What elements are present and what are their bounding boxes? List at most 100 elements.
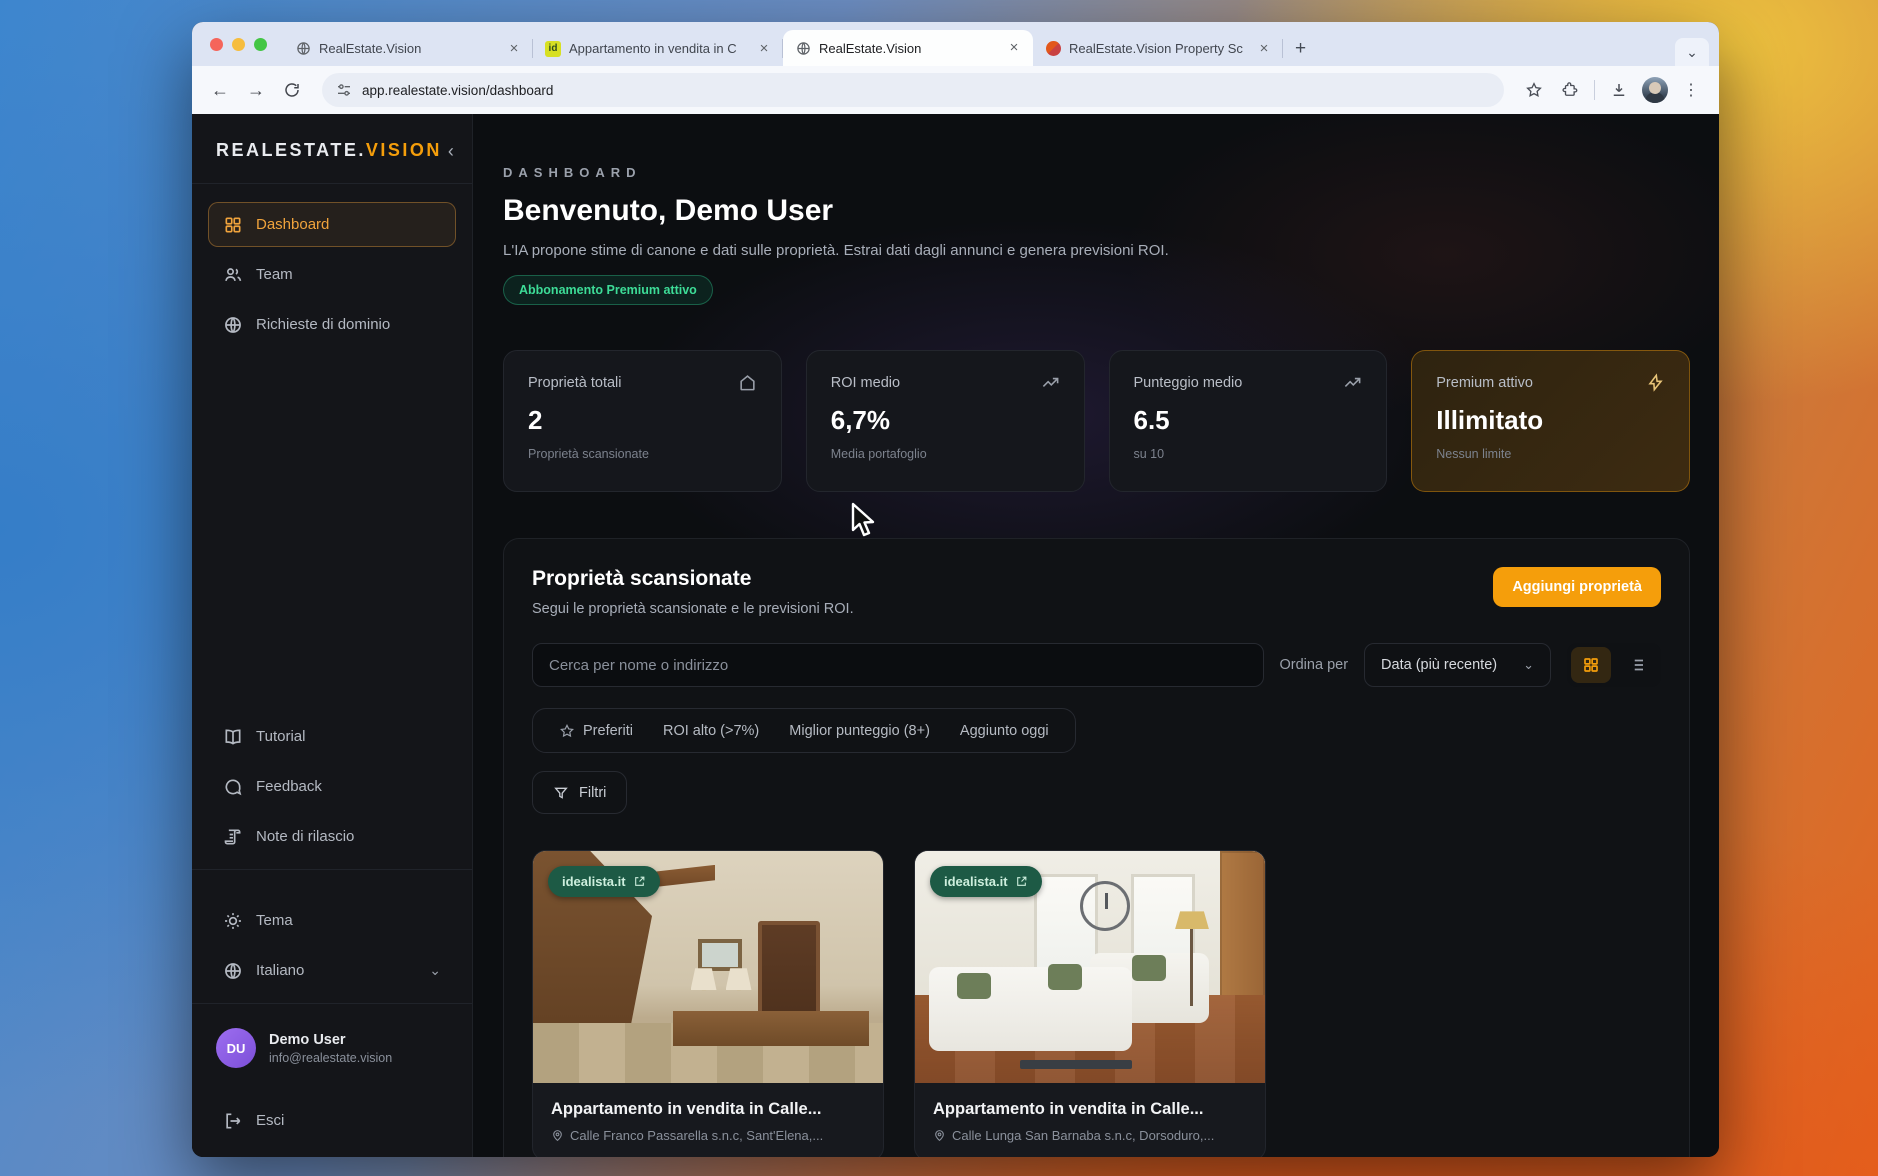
filter-favorites[interactable]: Preferiti xyxy=(559,723,633,739)
forward-button[interactable]: → xyxy=(240,74,272,106)
sidebar-item-team[interactable]: Team xyxy=(208,252,456,297)
list-view-button[interactable] xyxy=(1617,647,1657,683)
sidebar-item-release-notes[interactable]: Note di rilascio xyxy=(208,814,456,859)
sidebar-item-dashboard[interactable]: Dashboard xyxy=(208,202,456,247)
filters-button[interactable]: Filtri xyxy=(532,771,627,814)
stat-label: Premium attivo xyxy=(1436,375,1533,391)
extensions-icon[interactable] xyxy=(1554,74,1586,106)
back-button[interactable]: ← xyxy=(204,74,236,106)
sidebar-nav: Dashboard Team Richieste di dominio xyxy=(192,184,472,352)
site-settings-icon xyxy=(336,82,352,98)
grid-view-button[interactable] xyxy=(1571,647,1611,683)
search-input[interactable] xyxy=(532,643,1264,687)
sidebar-collapse-icon[interactable]: ‹ xyxy=(448,142,454,160)
sidebar-item-label: Dashboard xyxy=(256,216,329,233)
globe-favicon-icon xyxy=(295,41,311,57)
map-pin-icon xyxy=(933,1129,946,1142)
sidebar: REALESTATE.VISION ‹ Dashboard Team Richi… xyxy=(192,114,473,1157)
list-icon xyxy=(1628,656,1646,674)
close-icon[interactable]: × xyxy=(505,40,523,58)
stat-value: 2 xyxy=(528,405,757,436)
browser-menu-button[interactable]: ⋮ xyxy=(1675,74,1707,106)
sidebar-item-language[interactable]: Italiano ⌄ xyxy=(208,948,456,993)
quick-filters: Preferiti ROI alto (>7%) Miglior puntegg… xyxy=(532,708,1076,753)
grid-icon xyxy=(1582,656,1600,674)
tab-search-button[interactable]: ⌄ xyxy=(1675,38,1709,66)
sidebar-item-label: Team xyxy=(256,266,293,283)
trending-up-icon xyxy=(1343,373,1362,392)
filter-high-roi[interactable]: ROI alto (>7%) xyxy=(663,723,759,739)
traffic-lights xyxy=(192,22,283,66)
property-title: Appartamento in vendita in Calle... xyxy=(551,1100,865,1119)
sidebar-item-tutorial[interactable]: Tutorial xyxy=(208,714,456,759)
tabs: RealEstate.Vision × id Appartamento in v… xyxy=(283,22,1719,66)
logo: REALESTATE.VISION ‹ xyxy=(192,114,472,184)
tab-1[interactable]: RealEstate.Vision × xyxy=(283,31,533,66)
stat-sub: Media portafoglio xyxy=(831,447,1060,461)
sidebar-item-feedback[interactable]: Feedback xyxy=(208,764,456,809)
lightning-icon xyxy=(1646,373,1665,392)
chat-bubble-icon xyxy=(223,777,243,797)
add-property-button[interactable]: Aggiungi proprietà xyxy=(1493,567,1661,607)
tab-2[interactable]: id Appartamento in vendita in C × xyxy=(533,31,783,66)
filter-added-today[interactable]: Aggiunto oggi xyxy=(960,723,1049,739)
property-card-1[interactable]: idealista.it Appartamento in vendita in … xyxy=(532,850,884,1157)
source-badge[interactable]: idealista.it xyxy=(548,866,660,897)
stat-value: Illimitato xyxy=(1436,405,1665,436)
close-window-button[interactable] xyxy=(210,38,223,51)
source-badge[interactable]: idealista.it xyxy=(930,866,1042,897)
external-link-icon xyxy=(633,875,646,888)
tab-strip: RealEstate.Vision × id Appartamento in v… xyxy=(192,22,1719,66)
address-bar[interactable]: app.realestate.vision/dashboard xyxy=(322,73,1504,107)
stat-sub: Proprietà scansionate xyxy=(528,447,757,461)
new-tab-button[interactable]: + xyxy=(1283,38,1318,66)
close-icon[interactable]: × xyxy=(1005,39,1023,57)
logout-button[interactable]: Esci xyxy=(208,1098,456,1143)
sidebar-divider xyxy=(192,869,472,870)
filter-best-score[interactable]: Miglior punteggio (8+) xyxy=(789,723,930,739)
sort-select[interactable]: Data (più recente) ⌄ xyxy=(1364,643,1551,687)
sun-icon xyxy=(223,911,243,931)
map-pin-icon xyxy=(551,1129,564,1142)
property-cards: idealista.it Appartamento in vendita in … xyxy=(532,850,1661,1157)
property-address: Calle Franco Passarella s.n.c, Sant'Elen… xyxy=(551,1128,865,1143)
view-toggle xyxy=(1567,643,1661,687)
stat-card-avg-score: Punteggio medio 6.5 su 10 xyxy=(1109,350,1388,492)
profile-avatar[interactable] xyxy=(1639,74,1671,106)
site-favicon-icon xyxy=(1045,41,1061,57)
external-link-icon xyxy=(1015,875,1028,888)
zoom-window-button[interactable] xyxy=(254,38,267,51)
property-photo: idealista.it xyxy=(533,851,883,1083)
globe-icon xyxy=(223,961,243,981)
stat-sub: su 10 xyxy=(1134,447,1363,461)
globe-icon xyxy=(223,315,243,335)
close-icon[interactable]: × xyxy=(755,40,773,58)
reload-button[interactable] xyxy=(276,74,308,106)
minimize-window-button[interactable] xyxy=(232,38,245,51)
sidebar-item-label: Richieste di dominio xyxy=(256,316,390,333)
close-icon[interactable]: × xyxy=(1255,40,1273,58)
stats-row: Proprietà totali 2 Proprietà scansionate… xyxy=(503,350,1690,492)
url-text: app.realestate.vision/dashboard xyxy=(362,83,553,98)
sidebar-item-domain-requests[interactable]: Richieste di dominio xyxy=(208,302,456,347)
bookmark-star-icon[interactable] xyxy=(1518,74,1550,106)
user-profile[interactable]: DU Demo User info@realestate.vision xyxy=(192,1014,472,1080)
stat-sub: Nessun limite xyxy=(1436,447,1665,461)
chevron-down-icon: ⌄ xyxy=(1686,44,1698,61)
main-content: DASHBOARD Benvenuto, Demo User L'IA prop… xyxy=(473,114,1719,1157)
downloads-icon[interactable] xyxy=(1603,74,1635,106)
stat-label: ROI medio xyxy=(831,375,900,391)
sidebar-bottom: Tutorial Feedback Note di rilascio xyxy=(192,696,472,1157)
sidebar-secondary-nav: Tutorial Feedback Note di rilascio xyxy=(192,696,472,859)
sidebar-item-label: Tema xyxy=(256,912,293,929)
sidebar-item-label: Feedback xyxy=(256,778,322,795)
properties-panel: Proprietà scansionate Segui le proprietà… xyxy=(503,538,1690,1157)
property-card-2[interactable]: idealista.it Appartamento in vendita in … xyxy=(914,850,1266,1157)
sidebar-divider xyxy=(192,1003,472,1004)
tab-4[interactable]: RealEstate.Vision Property Sc × xyxy=(1033,31,1283,66)
star-icon xyxy=(559,723,575,739)
sidebar-item-theme[interactable]: Tema xyxy=(208,898,456,943)
property-photo: idealista.it xyxy=(915,851,1265,1083)
user-email: info@realestate.vision xyxy=(269,1051,392,1065)
tab-3-active[interactable]: RealEstate.Vision × xyxy=(783,30,1033,66)
